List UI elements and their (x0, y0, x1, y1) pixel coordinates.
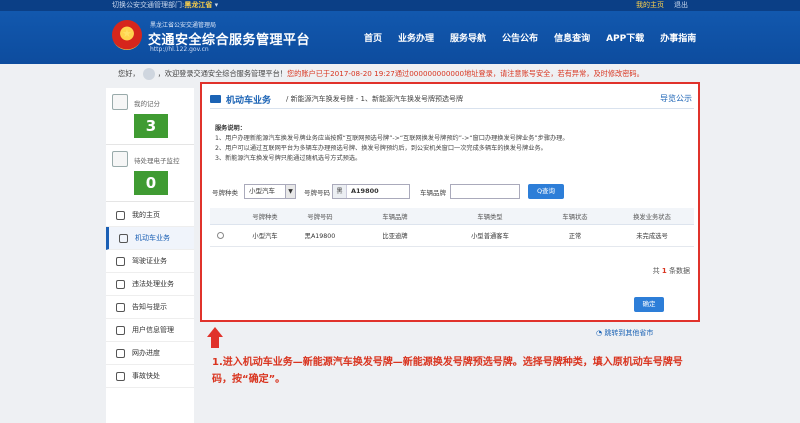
police-emblem-icon: ★ (112, 20, 142, 50)
top-strip: 切换公安交通管理部门:黑龙江省 ▾ 我的主页 退出 (0, 0, 800, 11)
province-select[interactable]: 黑龙江省 (184, 1, 212, 9)
department-switcher[interactable]: 切换公安交通管理部门:黑龙江省 ▾ (112, 0, 218, 11)
total-count: 共 1 条数据 (652, 267, 690, 275)
nav-service-guide[interactable]: 服务导航 (450, 31, 486, 44)
table-row[interactable]: 小型汽车 黑A19800 比亚迪牌 小型普通客车 正常 未完成选号 (210, 225, 694, 247)
welcome-message: 您好， ，欢迎登录交通安全综合服务管理平台！您的账户已于2017-08-20 19… (118, 68, 644, 80)
accident-icon (116, 372, 125, 381)
logout-link[interactable]: 退出 (674, 1, 688, 9)
sidebar-item-notice[interactable]: 告知与提示 (106, 296, 194, 319)
sidebar: 我的记分 3 待处理电子监控 0 我的主页 机动车业务 驾驶证业务 违法处理业务… (106, 88, 194, 423)
guide-notice-link[interactable]: 导览公示 (660, 93, 692, 104)
plate-type-label: 号牌种类 (212, 189, 238, 197)
my-home-link[interactable]: 我的主页 (636, 1, 664, 9)
monitor-card[interactable]: 待处理电子监控 0 (106, 145, 194, 202)
camera-icon (112, 151, 128, 167)
home-icon (116, 211, 125, 220)
search-button[interactable]: Q查询 (528, 184, 564, 199)
org-name: 黑龙江省公安交通管理局 (150, 22, 217, 29)
nav-info-query[interactable]: 信息查询 (554, 31, 590, 44)
vehicle-table: 号牌种类 号牌号码 车辆品牌 车辆类型 车辆状态 换发业务状态 小型汽车 黑A1… (210, 208, 694, 247)
score-card[interactable]: 我的记分 3 (106, 88, 194, 145)
plate-type-select[interactable]: 小型汽车 ▼ (244, 184, 296, 199)
monitor-value: 0 (134, 171, 168, 195)
chevron-down-icon: ▼ (285, 185, 295, 198)
sidebar-item-violation[interactable]: 违法处理业务 (106, 273, 194, 296)
main-nav: 首页 业务办理 服务导航 公告公布 信息查询 APP下载 办事指南 (364, 31, 712, 44)
score-value: 3 (134, 114, 168, 138)
plate-no-label: 号牌号码 (304, 189, 330, 197)
avatar (142, 68, 155, 80)
progress-icon (116, 349, 125, 358)
plate-no-input[interactable]: 黑 A19800 (332, 184, 410, 199)
score-icon (112, 94, 128, 110)
nav-business[interactable]: 业务办理 (398, 31, 434, 44)
nav-app-download[interactable]: APP下载 (606, 31, 644, 44)
instruction-text: 1.进入机动车业务—新能源汽车换发号牌—新能源换发号牌预选号牌。选择号牌种类，填… (212, 357, 683, 385)
nav-guide[interactable]: 办事指南 (660, 31, 696, 44)
brand-input[interactable] (450, 184, 520, 199)
truck-icon (119, 234, 128, 243)
camera-icon (116, 280, 125, 289)
score-label: 我的记分 (134, 100, 160, 108)
section-title: 机动车业务 (226, 96, 272, 106)
login-warning: 您的账户已于2017-08-20 19:27通过000000000000地址登录… (286, 69, 644, 78)
bell-icon (116, 303, 125, 312)
site-url: http://hl.122.gov.cn (150, 46, 209, 53)
sidebar-item-vehicle[interactable]: 机动车业务 (106, 227, 194, 250)
breadcrumb: / 新能源汽车换发号牌 - 1、新能源汽车换发号牌预选号牌 (286, 95, 464, 103)
monitor-label: 待处理电子监控 (134, 157, 180, 165)
nav-announcements[interactable]: 公告公布 (502, 31, 538, 44)
row-radio[interactable] (216, 232, 224, 239)
table-header: 号牌种类 号牌号码 车辆品牌 车辆类型 车辆状态 换发业务状态 (210, 208, 694, 225)
site-header: ★ 黑龙江省公安交通管理局 交通安全综合服务管理平台 http://hl.122… (0, 11, 800, 64)
switch-label: 切换公安交通管理部门: (112, 1, 185, 9)
id-card-icon (116, 257, 125, 266)
main-panel: 机动车业务 / 新能源汽车换发号牌 - 1、新能源汽车换发号牌预选号牌 导览公示… (200, 82, 700, 322)
sidebar-item-accident[interactable]: 事故快处 (106, 365, 194, 388)
plate-prefix: 黑 (333, 185, 347, 198)
query-form: 号牌种类 小型汽车 ▼ 号牌号码 黑 A19800 车辆品牌 Q查询 (210, 182, 694, 202)
service-description: 服务说明： 1、用户办理新能源汽车换发号牌业务应当按照“互联网预选号牌”->“互… (215, 125, 569, 162)
sidebar-item-license[interactable]: 驾驶证业务 (106, 250, 194, 273)
sidebar-item-home[interactable]: 我的主页 (106, 204, 194, 227)
panel-header: 机动车业务 / 新能源汽车换发号牌 - 1、新能源汽车换发号牌预选号牌 导览公示 (210, 93, 694, 109)
user-icon (116, 326, 125, 335)
confirm-button[interactable]: 确定 (634, 297, 664, 312)
sidebar-item-user-info[interactable]: 用户信息管理 (106, 319, 194, 342)
nav-home[interactable]: 首页 (364, 31, 382, 44)
jump-other-province-link[interactable]: ◔ 跳转到其他省市 (596, 328, 653, 338)
brand-label: 车辆品牌 (420, 189, 446, 197)
sidebar-item-progress[interactable]: 网办进度 (106, 342, 194, 365)
truck-icon (210, 95, 221, 103)
arrow-stem (211, 336, 219, 348)
